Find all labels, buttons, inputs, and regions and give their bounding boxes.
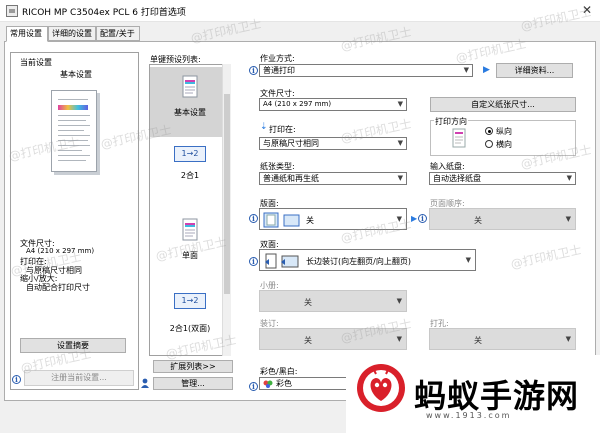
preset-label: 单面 bbox=[182, 251, 198, 260]
summary-scale-value: 自动配合打印尺寸 bbox=[26, 283, 90, 292]
layout-icon bbox=[263, 212, 300, 228]
tab-config-about[interactable]: 配置/关于 bbox=[96, 26, 140, 41]
preset-list-scrollbar[interactable] bbox=[222, 64, 231, 356]
portrait-page-icon bbox=[452, 128, 466, 148]
ant-logo-icon bbox=[357, 364, 405, 412]
staple-dropdown: 关 ▼ bbox=[259, 328, 407, 350]
preset-item-simplex[interactable]: 单面 bbox=[150, 210, 230, 280]
play-icon: ▶ bbox=[483, 65, 490, 75]
info-icon[interactable]: i bbox=[249, 214, 258, 223]
orientation-label: 打印方向 bbox=[434, 116, 468, 127]
color-mode-label: 彩色/黑白: bbox=[260, 367, 298, 376]
paper-type-dropdown[interactable]: 普通纸和再生纸 ▼ bbox=[259, 172, 407, 185]
preset-list: 基本设置 1→2 2合1 单面 1→2 2合1(双面) bbox=[149, 64, 231, 356]
tab-common-settings[interactable]: 常用设置 bbox=[6, 26, 48, 42]
color-icon bbox=[263, 380, 273, 388]
site-logo-overlay: 蚂蚁手游网 www.1913.com bbox=[346, 355, 600, 433]
portrait-radio[interactable] bbox=[485, 127, 493, 135]
portrait-label: 纵向 bbox=[496, 127, 512, 136]
preset-label: 基本设置 bbox=[174, 108, 206, 117]
details-button[interactable]: 详细资料... bbox=[496, 63, 573, 78]
manage-button[interactable]: 管理... bbox=[153, 377, 233, 390]
register-current-settings-button: 注册当前设置... bbox=[24, 370, 134, 386]
info-icon[interactable]: i bbox=[418, 214, 427, 223]
preset-item-basic[interactable]: 基本设置 bbox=[150, 67, 230, 137]
settings-summary-button[interactable]: 设置摘要 bbox=[20, 338, 126, 353]
current-settings-name: 基本设置 bbox=[60, 70, 92, 79]
punch-dropdown: 关 ▼ bbox=[429, 328, 576, 350]
duplex-dropdown[interactable]: 长边装订(向左翻页/向上翻页) ▼ bbox=[259, 249, 476, 271]
preset-item-2in1-duplex[interactable]: 1→2 2合1(双面) bbox=[150, 287, 230, 355]
job-type-label: 作业方式: bbox=[260, 54, 295, 63]
print-on-label: 打印在: bbox=[269, 125, 296, 134]
arrow-down-icon: ⇣ bbox=[260, 122, 268, 132]
color-mode-dropdown[interactable]: 彩色 bbox=[259, 377, 354, 390]
info-icon[interactable]: i bbox=[249, 257, 258, 266]
custom-paper-size-button[interactable]: 自定义纸张尺寸... bbox=[430, 97, 576, 112]
booklet-dropdown: 关 ▼ bbox=[259, 290, 407, 312]
two-in-one-icon: 1→2 bbox=[174, 293, 206, 309]
preset-label: 2合1(双面) bbox=[169, 324, 211, 333]
expand-list-button[interactable]: 扩展列表>> bbox=[153, 360, 233, 373]
title-bar: RICOH MP C3504ex PCL 6 打印首选项 ✕ bbox=[0, 0, 600, 22]
input-tray-label: 输入纸盘: bbox=[430, 162, 465, 171]
landscape-label: 横向 bbox=[496, 140, 512, 149]
document-preview bbox=[51, 90, 97, 172]
paper-type-label: 纸张类型: bbox=[260, 162, 295, 171]
job-type-dropdown[interactable]: 普通打印 ▼ bbox=[259, 64, 473, 77]
info-icon[interactable]: i bbox=[249, 66, 258, 75]
current-settings-heading: 当前设置 bbox=[20, 58, 52, 67]
duplex-icon bbox=[265, 253, 299, 269]
layout-dropdown[interactable]: 关 ▼ bbox=[259, 208, 407, 230]
preset-label: 2合1 bbox=[180, 171, 200, 180]
preset-item-2in1[interactable]: 1→2 2合1 bbox=[150, 140, 230, 210]
document-icon bbox=[182, 218, 198, 241]
paper-size-dropdown[interactable]: A4 (210 x 297 mm) ▼ bbox=[259, 98, 407, 111]
window-title: RICOH MP C3504ex PCL 6 打印首选项 bbox=[22, 8, 186, 18]
landscape-radio[interactable] bbox=[485, 140, 493, 148]
printer-icon bbox=[6, 5, 18, 17]
user-icon bbox=[140, 378, 150, 388]
print-on-dropdown[interactable]: 与原稿尺寸相同 ▼ bbox=[259, 137, 407, 150]
page-order-dropdown: 关 ▼ bbox=[429, 208, 576, 230]
close-icon[interactable]: ✕ bbox=[582, 3, 592, 17]
input-tray-dropdown[interactable]: 自动选择纸盘 ▼ bbox=[429, 172, 576, 185]
document-icon bbox=[182, 75, 198, 98]
tab-detailed-settings[interactable]: 详细的设置 bbox=[48, 26, 96, 41]
site-logo-url: www.1913.com bbox=[426, 411, 512, 420]
info-icon[interactable]: i bbox=[12, 375, 21, 384]
summary-paper-size-value: A4 (210 x 297 mm) bbox=[26, 247, 95, 255]
two-in-one-icon: 1→2 bbox=[174, 146, 206, 162]
info-icon[interactable]: i bbox=[249, 382, 258, 391]
play-icon: ▶ bbox=[411, 214, 418, 223]
